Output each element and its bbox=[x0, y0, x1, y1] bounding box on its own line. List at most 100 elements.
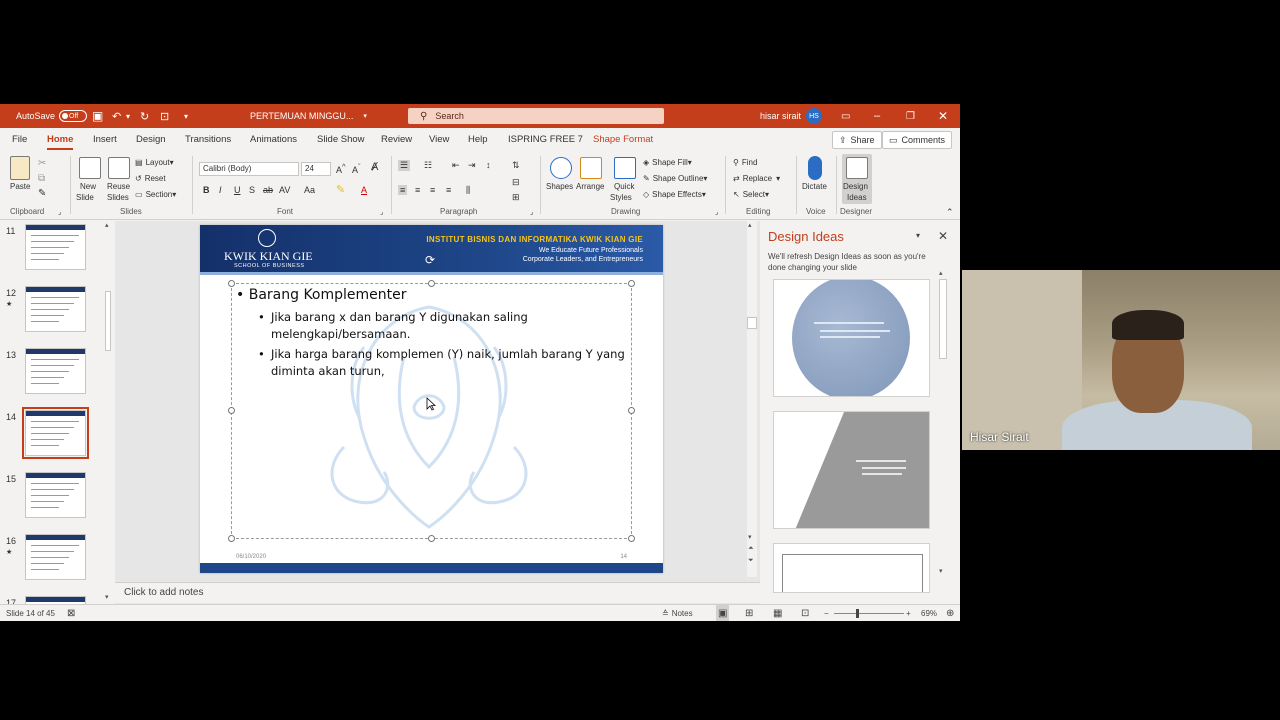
zoom-level[interactable]: 69% bbox=[921, 605, 937, 621]
resize-handle[interactable] bbox=[228, 280, 235, 287]
slide-thumbnail[interactable] bbox=[25, 472, 86, 518]
tab-review[interactable]: Review bbox=[381, 128, 412, 152]
smartart-icon[interactable]: ⊞ bbox=[512, 192, 520, 203]
highlight-icon[interactable]: ✎ bbox=[336, 183, 345, 196]
new-slide-label[interactable]: New bbox=[80, 182, 96, 191]
replace-button[interactable]: ⇄ Replace ▾ bbox=[733, 174, 780, 183]
tab-shape-format[interactable]: Shape Format bbox=[593, 128, 653, 152]
dictate-button[interactable]: Dictate bbox=[802, 182, 827, 191]
select-button[interactable]: ↖ Select ▾ bbox=[733, 190, 769, 199]
scrollbar-thumb[interactable] bbox=[939, 279, 947, 359]
autosave-toggle[interactable]: Off bbox=[59, 110, 88, 122]
tab-home[interactable]: Home bbox=[47, 128, 74, 152]
share-button[interactable]: ⇪ Share bbox=[832, 131, 882, 149]
resize-handle[interactable] bbox=[428, 280, 435, 287]
bullets-icon[interactable]: ☰ bbox=[398, 160, 411, 171]
tab-ispring[interactable]: ISPRING FREE 7 bbox=[508, 128, 583, 152]
scroll-down-icon[interactable]: ▾ bbox=[748, 533, 752, 541]
scroll-up-icon[interactable]: ▴ bbox=[939, 269, 943, 277]
paragraph-launcher-icon[interactable]: ⌟ bbox=[530, 208, 533, 216]
font-family-select[interactable]: Calibri (Body) bbox=[199, 162, 299, 176]
resize-handle[interactable] bbox=[228, 535, 235, 542]
copy-icon[interactable]: ⧉ bbox=[38, 173, 45, 184]
close-icon[interactable]: ✕ bbox=[938, 104, 948, 128]
clear-formatting-icon[interactable]: Ⱥ bbox=[371, 161, 378, 173]
drawing-launcher-icon[interactable]: ⌟ bbox=[715, 208, 718, 216]
ribbon-display-icon[interactable]: ▭ bbox=[841, 104, 850, 128]
customize-toolbar-icon[interactable]: ▾ bbox=[184, 104, 188, 128]
italic-icon[interactable]: I bbox=[219, 185, 222, 195]
align-left-icon[interactable]: ≡ bbox=[398, 185, 408, 195]
tab-help[interactable]: Help bbox=[468, 128, 488, 152]
change-case-icon[interactable]: Aa bbox=[304, 185, 315, 195]
scroll-down-icon[interactable]: ▾ bbox=[939, 567, 943, 575]
search-box[interactable]: ⚲ Search bbox=[408, 108, 664, 124]
slide-thumbnail[interactable] bbox=[25, 224, 86, 270]
zoom-in-icon[interactable]: + bbox=[906, 605, 911, 621]
character-spacing-icon[interactable]: AV bbox=[279, 185, 290, 195]
scroll-down-icon[interactable]: ▾ bbox=[105, 593, 109, 601]
quick-styles-label[interactable]: Quick bbox=[614, 182, 634, 191]
new-slide-label-2[interactable]: Slide bbox=[76, 193, 94, 202]
resize-handle[interactable] bbox=[628, 535, 635, 542]
comments-button[interactable]: ▭ Comments bbox=[882, 131, 953, 149]
tab-insert[interactable]: Insert bbox=[93, 128, 117, 152]
chevron-down-icon[interactable]: ▾ bbox=[916, 231, 920, 240]
zoom-slider[interactable] bbox=[834, 613, 904, 614]
shadow-icon[interactable]: S bbox=[249, 185, 255, 195]
user-name[interactable]: hisar sirait bbox=[760, 104, 801, 128]
zoom-slider-thumb[interactable] bbox=[856, 609, 859, 618]
slide-show-icon[interactable]: ⊡ bbox=[801, 605, 809, 621]
shape-outline-button[interactable]: ✎ Shape Outline ▾ bbox=[643, 174, 707, 183]
scrollbar-thumb[interactable] bbox=[105, 291, 111, 351]
decrease-font-icon[interactable]: Aˇ bbox=[352, 162, 361, 175]
design-idea-card[interactable] bbox=[773, 543, 930, 593]
accessibility-icon[interactable]: ⊠ bbox=[67, 605, 75, 621]
previous-slide-icon[interactable]: ⏶ bbox=[748, 545, 754, 553]
font-launcher-icon[interactable]: ⌟ bbox=[380, 208, 383, 216]
shapes-icon[interactable] bbox=[550, 157, 572, 179]
notes-pane[interactable]: Click to add notes bbox=[115, 582, 760, 603]
new-slide-icon[interactable] bbox=[79, 157, 101, 179]
find-button[interactable]: ⚲ Find bbox=[733, 158, 757, 167]
resize-handle[interactable] bbox=[228, 407, 235, 414]
arrange-button[interactable]: Arrange bbox=[576, 182, 604, 191]
tab-view[interactable]: View bbox=[429, 128, 449, 152]
paste-icon[interactable] bbox=[10, 156, 30, 180]
bold-icon[interactable]: B bbox=[203, 185, 210, 195]
canvas-scrollbar[interactable]: ▴ ▾ ⏶ ⏷ bbox=[747, 221, 757, 577]
reuse-slides-icon[interactable] bbox=[108, 157, 130, 179]
thumbnails-scrollbar[interactable]: ▴ ▾ bbox=[104, 221, 112, 605]
paste-button[interactable]: Paste bbox=[10, 182, 30, 191]
font-size-select[interactable]: 24 bbox=[301, 162, 331, 176]
normal-view-icon[interactable]: ▣ bbox=[716, 605, 730, 621]
slide[interactable]: KWIK KIAN GIE SCHOOL OF BUSINESS INSTITU… bbox=[200, 225, 663, 573]
design-pane-scrollbar[interactable]: ▴ ▾ bbox=[938, 269, 948, 579]
font-color-icon[interactable]: A bbox=[361, 185, 367, 195]
tab-design[interactable]: Design bbox=[136, 128, 166, 152]
resize-handle[interactable] bbox=[628, 280, 635, 287]
collapse-ribbon-icon[interactable]: ⌃ bbox=[946, 207, 954, 218]
layout-button[interactable]: ▤ Layout ▾ bbox=[135, 158, 174, 167]
zoom-out-icon[interactable]: − bbox=[824, 605, 829, 621]
increase-indent-icon[interactable]: ⇥ bbox=[468, 160, 476, 171]
save-icon[interactable]: ▣ bbox=[92, 104, 103, 128]
resize-handle[interactable] bbox=[628, 407, 635, 414]
increase-font-icon[interactable]: A^ bbox=[336, 162, 346, 175]
present-icon[interactable]: ⊡ bbox=[160, 104, 169, 128]
video-participant-tile[interactable]: Hisar Sirait bbox=[962, 270, 1280, 450]
underline-icon[interactable]: U bbox=[234, 185, 241, 195]
notes-toggle[interactable]: ≙ Notes bbox=[662, 605, 693, 621]
tab-slide-show[interactable]: Slide Show bbox=[317, 128, 365, 152]
document-title[interactable]: PERTEMUAN MINGGU... ▾ bbox=[250, 104, 367, 128]
fit-to-window-icon[interactable]: ⊕ bbox=[946, 605, 954, 621]
undo-icon[interactable]: ↶ bbox=[112, 104, 121, 128]
user-avatar[interactable]: HS bbox=[806, 104, 822, 128]
redo-icon[interactable]: ↻ bbox=[140, 104, 149, 128]
slide-thumbnail[interactable] bbox=[25, 534, 86, 580]
clipboard-launcher-icon[interactable]: ⌟ bbox=[58, 208, 61, 216]
quick-styles-label-2[interactable]: Styles bbox=[610, 193, 632, 202]
reading-view-icon[interactable]: ▦ bbox=[773, 605, 782, 621]
undo-dropdown-icon[interactable]: ▾ bbox=[126, 104, 130, 128]
next-slide-icon[interactable]: ⏷ bbox=[748, 557, 754, 565]
